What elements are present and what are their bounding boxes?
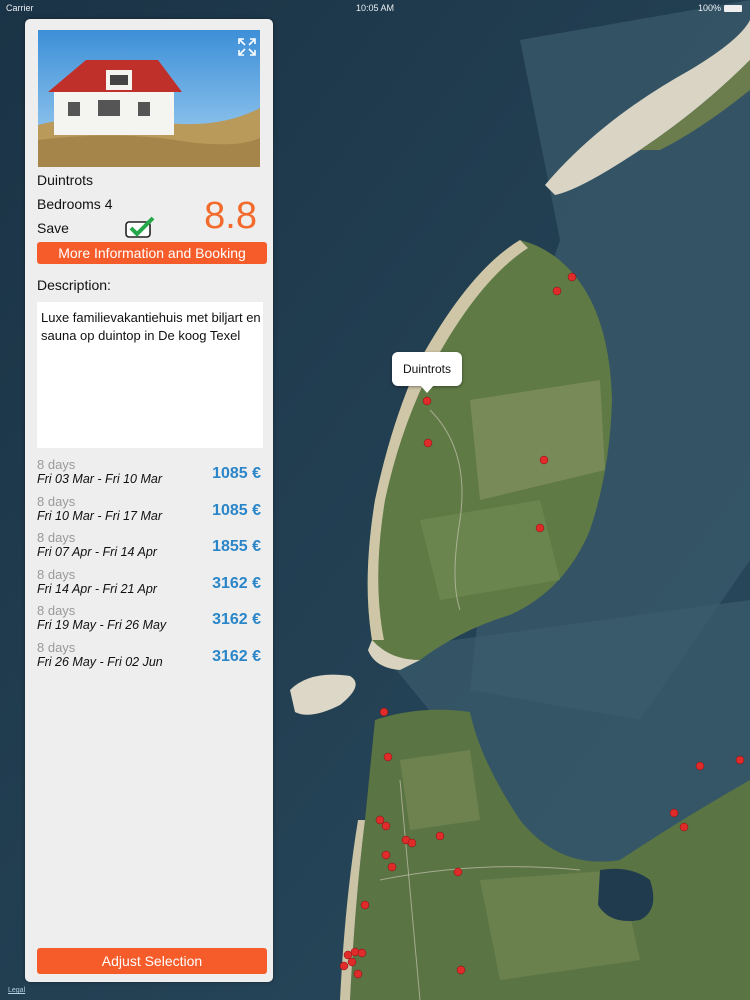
house-photo[interactable] — [38, 30, 260, 167]
offer-row[interactable]: 8 days Fri 19 May - Fri 26 May 3162 € — [37, 603, 263, 640]
offer-dates: Fri 19 May - Fri 26 May — [37, 618, 167, 633]
offer-duration: 8 days — [37, 639, 76, 655]
save-label: Save — [37, 220, 69, 236]
offer-dates: Fri 07 Apr - Fri 14 Apr — [37, 545, 157, 560]
offer-price: 1085 € — [212, 465, 261, 482]
offer-row[interactable]: 8 days Fri 03 Mar - Fri 10 Mar 1085 € — [37, 457, 263, 494]
listing-panel: Duintrots Bedrooms 4 Save 8.8 More Infor… — [25, 19, 273, 982]
clock: 10:05 AM — [355, 3, 395, 13]
adjust-selection-button[interactable]: Adjust Selection — [37, 948, 267, 974]
checkmark-icon — [125, 216, 155, 238]
offer-duration: 8 days — [37, 603, 76, 619]
map-callout[interactable]: Duintrots — [392, 352, 462, 393]
offer-price: 1085 € — [212, 501, 261, 519]
description-text[interactable]: Luxe familievakantiehuis met biljart en … — [37, 302, 263, 448]
offer-row[interactable]: 8 days Fri 14 Apr - Fri 21 Apr 3162 € — [37, 567, 263, 604]
battery-icon — [724, 5, 742, 13]
offer-price: 3162 € — [212, 611, 261, 629]
offer-price: 3162 € — [212, 574, 261, 592]
offer-row[interactable]: 8 days Fri 07 Apr - Fri 14 Apr 1855 € — [37, 530, 263, 567]
offer-price: 3162 € — [212, 647, 261, 665]
offer-row[interactable]: 8 days Fri 10 Mar - Fri 17 Mar 1085 € — [37, 494, 263, 531]
save-checkbox[interactable] — [125, 216, 155, 243]
offer-duration: 8 days — [37, 493, 76, 509]
more-info-booking-button[interactable]: More Information and Booking — [37, 242, 267, 264]
offer-dates: Fri 14 Apr - Fri 21 Apr — [37, 581, 157, 596]
status-bar: Carrier 10:05 AM 100% — [0, 0, 750, 16]
rating-score: 8.8 — [204, 195, 257, 237]
expand-icon[interactable] — [238, 38, 256, 61]
offer-price: 1855 € — [212, 538, 261, 556]
offer-row[interactable]: 8 days Fri 26 May - Fri 02 Jun 3162 € — [37, 640, 263, 677]
listing-name: Duintrots — [37, 172, 94, 188]
offer-dates: Fri 03 Mar - Fri 10 Mar — [37, 472, 163, 486]
legal-link[interactable]: Legal — [8, 987, 25, 994]
offer-duration: 8 days — [37, 457, 76, 472]
house-image — [38, 30, 260, 167]
description-label: Description: — [37, 277, 111, 293]
offer-dates: Fri 10 Mar - Fri 17 Mar — [37, 508, 163, 523]
offers-list: 8 days Fri 03 Mar - Fri 10 Mar 1085 € 8 … — [37, 457, 263, 677]
offer-duration: 8 days — [37, 530, 76, 546]
offer-dates: Fri 26 May - Fri 02 Jun — [37, 654, 163, 669]
bedrooms-label: Bedrooms 4 — [37, 196, 113, 212]
offer-duration: 8 days — [37, 566, 76, 582]
battery-indicator: 100% — [698, 3, 742, 13]
